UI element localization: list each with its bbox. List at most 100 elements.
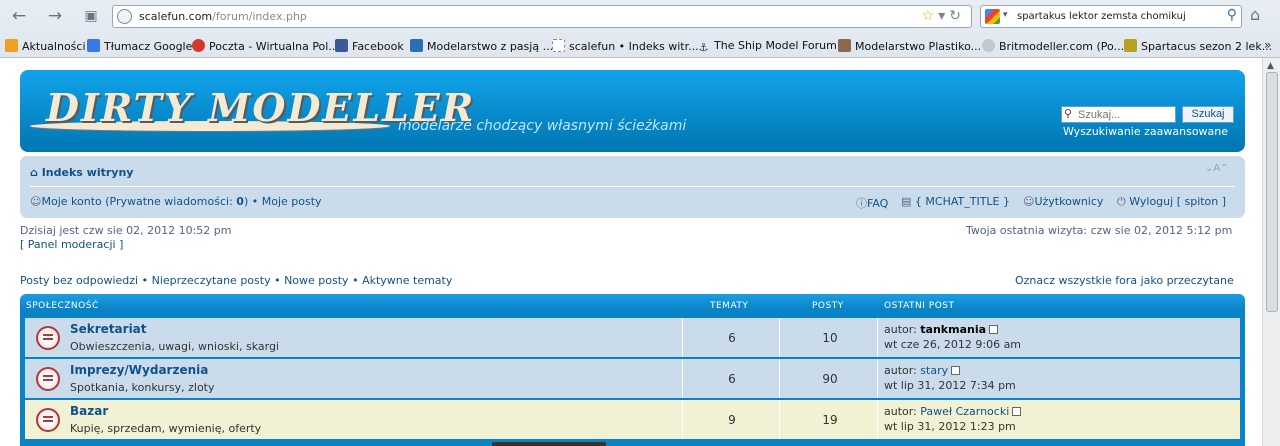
pm-link[interactable]: (Prywatne wiadomości: 0) [105,195,248,208]
posts-count: 19 [822,413,838,427]
forum-search-box[interactable]: ⚲ [1061,106,1176,123]
dropdown-icon[interactable]: ▾ [938,8,949,24]
bookmark-item[interactable]: Britmodeller.com (Po... [982,39,1124,53]
forum-search-button[interactable]: Szukaj [1182,106,1234,123]
forum-search-input[interactable] [1078,108,1174,122]
scroll-up-icon[interactable]: ▲ [1267,61,1274,71]
rss-icon [5,39,18,52]
last-visit: Twoja ostatnia wizyta: czw sie 02, 2012 … [966,224,1233,237]
forum-description: Kupię, sprzedam, wymienię, oferty [70,422,262,435]
logout-link[interactable]: ⏻ Wyloguj [ spiton ] [1117,195,1226,209]
scrollbar-thumb[interactable] [1266,72,1278,312]
home-icon[interactable]: ⌂ [1250,5,1260,24]
site-tagline: modelarze chodzący własnymi ścieżkami [398,118,687,134]
forum-title-link[interactable]: Imprezy/Wydarzenia [70,363,208,377]
column-divider [682,359,683,398]
active-topics-link[interactable]: Aktywne tematy [362,274,452,287]
forum-row[interactable]: Imprezy/Wydarzenia Spotkania, konkursy, … [25,359,1240,398]
unanswered-posts-link[interactable]: Posty bez odpowiedzi [20,274,138,287]
home-icon: ⌂ [30,166,38,179]
blank-page-icon [552,39,565,52]
forum-title-link[interactable]: Bazar [70,404,108,418]
goto-last-post-icon[interactable] [951,366,961,375]
bookmark-item[interactable]: ⚓ The Ship Model Forum... [697,39,848,54]
faq-link[interactable]: ⓘFAQ [856,195,888,211]
forward-icon[interactable]: → [44,6,66,26]
browser-search-value[interactable]: spartakus lektor zemsta chomikuj [1017,11,1186,22]
search-icon[interactable]: ⚲ [1227,7,1237,23]
advanced-search-link[interactable]: Wyszukiwanie zaawansowane [1063,125,1228,138]
bookmark-item[interactable]: Aktualności [5,39,86,53]
power-icon: ⏻ [1117,195,1126,208]
chevron-down-icon[interactable]: ▾ [1003,10,1008,20]
last-post-date: wt lip 31, 2012 1:23 pm [884,420,1016,433]
google-icon[interactable] [985,9,1000,24]
browser-search-bar[interactable]: ▾ spartakus lektor zemsta chomikuj ⚲ [980,5,1242,28]
nav-bar [20,156,1245,218]
star-icon[interactable]: ☆ [922,8,939,24]
author-link[interactable]: Paweł Czarnocki [920,405,1009,418]
my-account-link[interactable]: Moje konto [41,195,101,208]
vertical-scrollbar[interactable]: ▲ [1262,58,1280,446]
bookmark-item[interactable]: Modelarstwo z pasją ... [410,39,553,53]
mark-forums-read-link[interactable]: Oznacz wszystkie fora jako przeczytane [1015,274,1234,287]
forum-title-link[interactable]: Sekretariat [70,322,147,336]
site-identity-icon[interactable] [117,9,132,24]
quick-links: Posty bez odpowiedzi • Nieprzeczytane po… [20,274,453,287]
posts-count: 10 [822,331,838,345]
reload-icon[interactable]: ↻ [949,8,965,24]
site-logo[interactable]: DIRTY MODELLER [30,83,473,139]
column-divider [779,318,780,357]
goto-last-post-icon[interactable] [1012,407,1022,416]
current-time: Dzisiaj jest czw sie 02, 2012 10:52 pm [20,224,232,237]
column-divider [877,318,878,357]
forum-description: Spotkania, konkursy, zloty [70,381,215,394]
address-bar[interactable]: scalefun.com/forum/index.php ☆▾↻ [112,5,972,28]
bookmark-item[interactable]: scalefun • Indeks witr... [552,39,699,53]
breadcrumb[interactable]: ⌂ Indeks witryny [30,166,133,179]
last-post-date: wt lip 31, 2012 7:34 pm [884,379,1016,392]
bookmarks-bar: Aktualności Tłumacz Google Poczta - Wirt… [0,35,1280,57]
author-link[interactable]: tankmania [920,323,986,336]
nav-user-links: ☺Moje konto (Prywatne wiadomości: 0) • M… [30,195,322,208]
forum-description: Obwieszczenia, uwagi, wnioski, skargi [70,340,279,353]
moderation-panel-link[interactable]: [ Panel moderacji ] [20,238,123,251]
magnifier-icon: ⚲ [1064,107,1073,120]
unread-posts-link[interactable]: Nieprzeczytane posty [152,274,271,287]
back-icon[interactable]: ← [8,6,30,26]
bookmark-item[interactable]: Spartacus sezon 2 lek... [1124,39,1272,53]
font-size-control[interactable]: ⌄A⌃ [1205,163,1229,174]
topics-column-header: TEMATY [710,301,749,311]
last-post-date: wt cze 26, 2012 9:06 am [884,338,1022,351]
bookmark-item[interactable]: Poczta - Wirtualna Pol... [192,39,339,53]
ship-icon: ⚓ [698,41,709,54]
author-link[interactable]: stary [920,364,948,377]
column-divider [682,400,683,439]
category-header[interactable]: SPOŁECZNOŚĆ [26,301,99,311]
user-icon: ☺ [30,195,42,208]
goto-last-post-icon[interactable] [989,325,999,334]
address-bar-url[interactable]: scalefun.com/forum/index.php [139,10,307,23]
more-bookmarks-icon[interactable]: » [1264,38,1271,52]
bookmark-item[interactable]: Facebook [335,39,404,53]
bookmark-page-icon[interactable]: ▣ [80,6,102,26]
forum-row[interactable]: Sekretariat Obwieszczenia, uwagi, wniosk… [25,318,1240,357]
bookmark-item[interactable]: Tłumacz Google [87,39,192,53]
pm-count: 0 [236,195,244,208]
address-bar-controls: ☆▾↻ [922,8,965,24]
mchat-link[interactable]: ▤ { MCHAT_TITLE } [901,195,1010,208]
forum-row[interactable]: Bazar Kupię, sprzedam, wymienię, oferty … [25,400,1240,439]
users-link[interactable]: ☺Użytkownicy [1023,195,1103,208]
column-divider [877,359,878,398]
new-posts-link[interactable]: Nowe posty [284,274,349,287]
breadcrumb-index-link[interactable]: Indeks witryny [42,166,134,179]
globe-icon [982,39,995,52]
my-posts-link[interactable]: Moje posty [262,195,322,208]
last-post-column-header: OSTATNI POST [884,301,955,311]
font-increase-icon[interactable]: ⌃ [1220,163,1228,174]
last-post-author: autor: tankmania [884,323,999,336]
bookmark-item[interactable]: Modelarstwo Plastiko... [838,39,981,53]
help-icon: ⓘ [856,197,867,210]
nav-divider [30,186,1235,187]
posts-count: 90 [822,372,838,386]
